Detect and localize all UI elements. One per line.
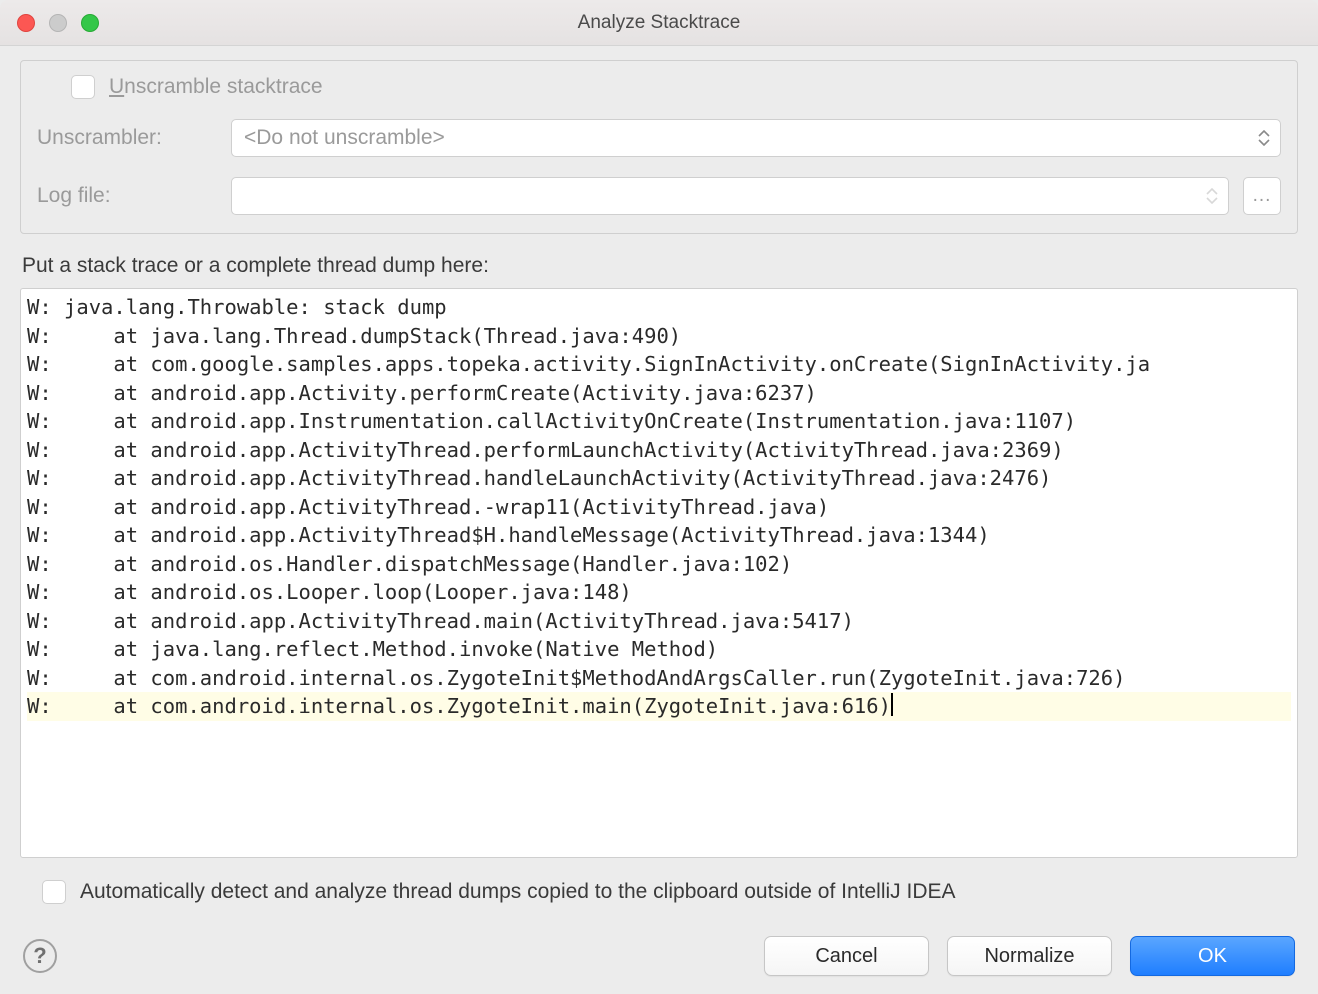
logfile-label: Log file: xyxy=(37,184,217,208)
logfile-input[interactable] xyxy=(231,177,1229,215)
window-controls xyxy=(17,14,99,32)
unscramble-panel: Unscramble stacktrace Unscrambler: <Do n… xyxy=(20,60,1298,234)
titlebar: Analyze Stacktrace xyxy=(0,0,1318,46)
button-bar: ? Cancel Normalize OK xyxy=(20,936,1298,976)
auto-detect-row: Automatically detect and analyze thread … xyxy=(20,880,1298,904)
auto-detect-checkbox[interactable] xyxy=(42,880,66,904)
browse-button[interactable]: ... xyxy=(1243,177,1281,215)
minimize-window-button[interactable] xyxy=(49,14,67,32)
ok-button[interactable]: OK xyxy=(1130,936,1295,976)
help-icon: ? xyxy=(33,943,46,969)
unscrambler-label: Unscrambler: xyxy=(37,126,217,150)
maximize-window-button[interactable] xyxy=(81,14,99,32)
normalize-button[interactable]: Normalize xyxy=(947,936,1112,976)
cancel-label: Cancel xyxy=(815,945,877,968)
chevron-updown-icon xyxy=(1258,130,1270,146)
auto-detect-label: Automatically detect and analyze thread … xyxy=(80,880,956,904)
unscrambler-value: <Do not unscramble> xyxy=(244,126,445,150)
instruction-label: Put a stack trace or a complete thread d… xyxy=(20,254,1298,278)
stacktrace-textarea[interactable]: W: java.lang.Throwable: stack dump W: at… xyxy=(20,288,1298,858)
dialog-window: Analyze Stacktrace Unscramble stacktrace… xyxy=(0,0,1318,994)
ok-label: OK xyxy=(1198,945,1227,968)
unscramble-checkbox-label: Unscramble stacktrace xyxy=(109,75,323,99)
dialog-content: Unscramble stacktrace Unscrambler: <Do n… xyxy=(0,46,1318,994)
help-button[interactable]: ? xyxy=(23,939,57,973)
close-window-button[interactable] xyxy=(17,14,35,32)
ellipsis-icon: ... xyxy=(1253,185,1272,207)
dialog-title: Analyze Stacktrace xyxy=(0,12,1318,34)
unscrambler-select[interactable]: <Do not unscramble> xyxy=(231,119,1281,157)
cancel-button[interactable]: Cancel xyxy=(764,936,929,976)
unscramble-checkbox[interactable] xyxy=(71,75,95,99)
normalize-label: Normalize xyxy=(984,945,1074,968)
chevron-updown-icon xyxy=(1206,188,1218,204)
